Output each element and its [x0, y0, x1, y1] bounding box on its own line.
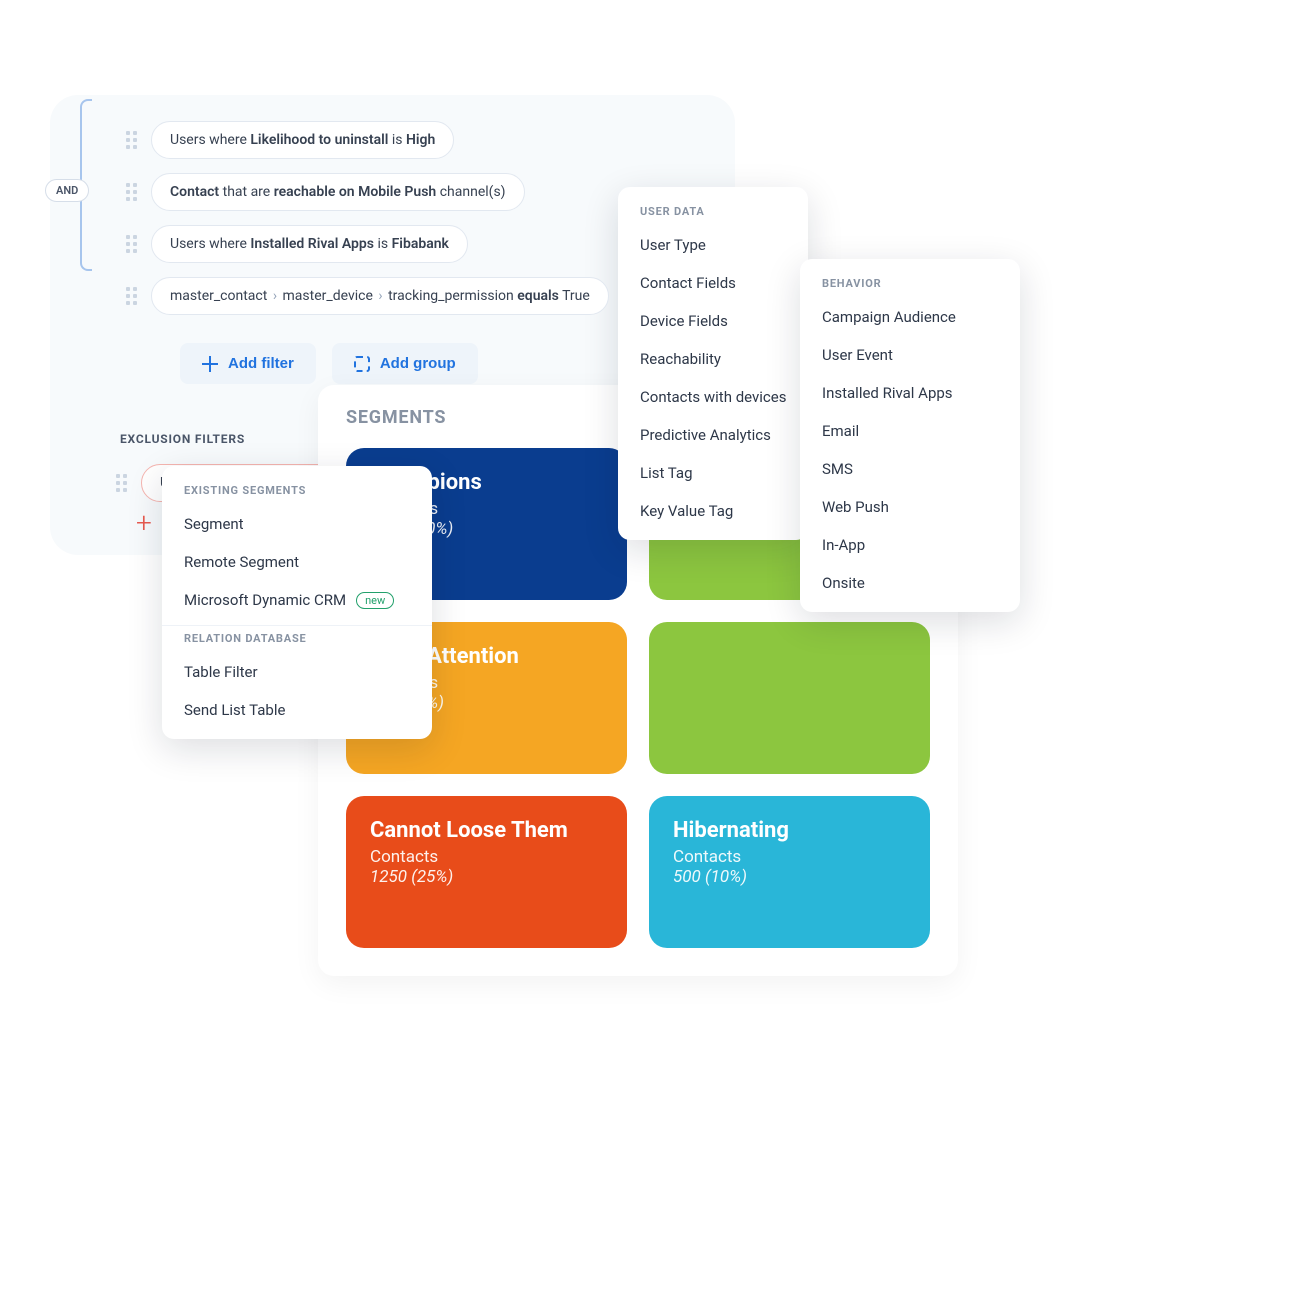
filter-condition-pill[interactable]: Contact that are reachable on Mobile Pus… — [151, 173, 525, 211]
add-exclusion-icon[interactable]: + — [136, 506, 152, 539]
pill-text: master_contact — [170, 288, 267, 304]
pill-bold: Installed Rival Apps — [250, 236, 374, 252]
card-stat: 1250 (25%) — [370, 867, 603, 887]
filter-condition-pill[interactable]: master_contact › master_device › trackin… — [151, 277, 609, 315]
behavior-popover: BEHAVIOR Campaign Audience User Event In… — [800, 259, 1020, 612]
drag-handle-icon[interactable] — [126, 183, 137, 201]
menu-item-send-list-table[interactable]: Send List Table — [162, 691, 432, 729]
menu-item-label: Microsoft Dynamic CRM — [184, 591, 346, 609]
menu-item-campaign-audience[interactable]: Campaign Audience — [800, 298, 1020, 336]
menu-item-key-value-tag[interactable]: Key Value Tag — [618, 492, 808, 530]
pill-text: master_device — [283, 288, 373, 304]
filter-condition-pill[interactable]: Users where Likelihood to uninstall is H… — [151, 121, 454, 159]
existing-segments-popover: EXISTING SEGMENTS Segment Remote Segment… — [162, 466, 432, 739]
pill-text: tracking_permission — [388, 288, 514, 304]
button-label: Add group — [380, 355, 456, 372]
add-group-button[interactable]: Add group — [332, 343, 478, 384]
pill-bold: reachable on — [274, 184, 355, 200]
pill-text: True — [562, 288, 590, 304]
group-icon — [354, 356, 370, 372]
card-title: Cannot Loose Them — [370, 818, 603, 843]
chevron-right-icon: › — [376, 288, 384, 304]
menu-item-sms[interactable]: SMS — [800, 450, 1020, 488]
menu-item-remote-segment[interactable]: Remote Segment — [162, 543, 432, 581]
pill-text: Users where — [170, 132, 247, 148]
drag-handle-icon[interactable] — [126, 235, 137, 253]
menu-item-table-filter[interactable]: Table Filter — [162, 653, 432, 691]
card-title: Hibernating — [673, 818, 906, 843]
button-label: Add filter — [228, 355, 294, 372]
menu-item-predictive-analytics[interactable]: Predictive Analytics — [618, 416, 808, 454]
and-operator-badge[interactable]: AND — [45, 179, 89, 202]
filter-row: Users where Likelihood to uninstall is H… — [126, 121, 705, 159]
popover-group-label: EXISTING SEGMENTS — [162, 484, 432, 505]
menu-item-contacts-with-devices[interactable]: Contacts with devices — [618, 378, 808, 416]
menu-item-web-push[interactable]: Web Push — [800, 488, 1020, 526]
card-subtitle: Contacts — [370, 847, 603, 867]
filter-condition-pill[interactable]: Users where Installed Rival Apps is Fiba… — [151, 225, 468, 263]
add-filter-button[interactable]: Add filter — [180, 343, 316, 384]
pill-bold: Mobile Push — [358, 184, 436, 200]
filter-row: master_contact › master_device › trackin… — [126, 277, 705, 315]
pill-text: channel(s) — [440, 184, 506, 200]
pill-text: that are — [223, 184, 271, 200]
segment-card-cannot-lose[interactable]: Cannot Loose Them Contacts 1250 (25%) — [346, 796, 627, 948]
popover-divider — [162, 625, 432, 626]
pill-bold: Fibabank — [392, 236, 449, 252]
pill-text: Users where — [170, 236, 247, 252]
menu-item-list-tag[interactable]: List Tag — [618, 454, 808, 492]
menu-item-in-app[interactable]: In-App — [800, 526, 1020, 564]
pill-bold: Likelihood to uninstall — [250, 132, 388, 148]
pill-bold: High — [406, 132, 435, 148]
plus-icon — [202, 356, 218, 372]
menu-item-user-event[interactable]: User Event — [800, 336, 1020, 374]
popover-group-label: RELATION DATABASE — [162, 632, 432, 653]
card-stat: 500 (10%) — [673, 867, 906, 887]
drag-handle-icon[interactable] — [126, 287, 137, 305]
card-subtitle: Contacts — [673, 847, 906, 867]
menu-item-ms-dynamic-crm[interactable]: Microsoft Dynamic CRM new — [162, 581, 432, 619]
drag-handle-icon[interactable] — [126, 131, 137, 149]
menu-item-reachability[interactable]: Reachability — [618, 340, 808, 378]
pill-text: is — [377, 236, 388, 252]
pill-text: is — [392, 132, 403, 148]
filter-row: Contact that are reachable on Mobile Pus… — [126, 173, 705, 211]
segment-card-hibernating[interactable]: Hibernating Contacts 500 (10%) — [649, 796, 930, 948]
popover-group-label: BEHAVIOR — [800, 277, 1020, 298]
filter-rows-container: Users where Likelihood to uninstall is H… — [80, 121, 705, 315]
chevron-right-icon: › — [271, 288, 279, 304]
pill-bold: Contact — [170, 184, 219, 200]
menu-item-segment[interactable]: Segment — [162, 505, 432, 543]
menu-item-onsite[interactable]: Onsite — [800, 564, 1020, 602]
new-badge: new — [356, 592, 394, 609]
menu-item-installed-rival-apps[interactable]: Installed Rival Apps — [800, 374, 1020, 412]
menu-item-email[interactable]: Email — [800, 412, 1020, 450]
segment-card[interactable] — [649, 622, 930, 774]
drag-handle-icon[interactable] — [116, 474, 127, 492]
pill-bold: equals — [517, 288, 559, 304]
filter-row: Users where Installed Rival Apps is Fiba… — [126, 225, 705, 263]
